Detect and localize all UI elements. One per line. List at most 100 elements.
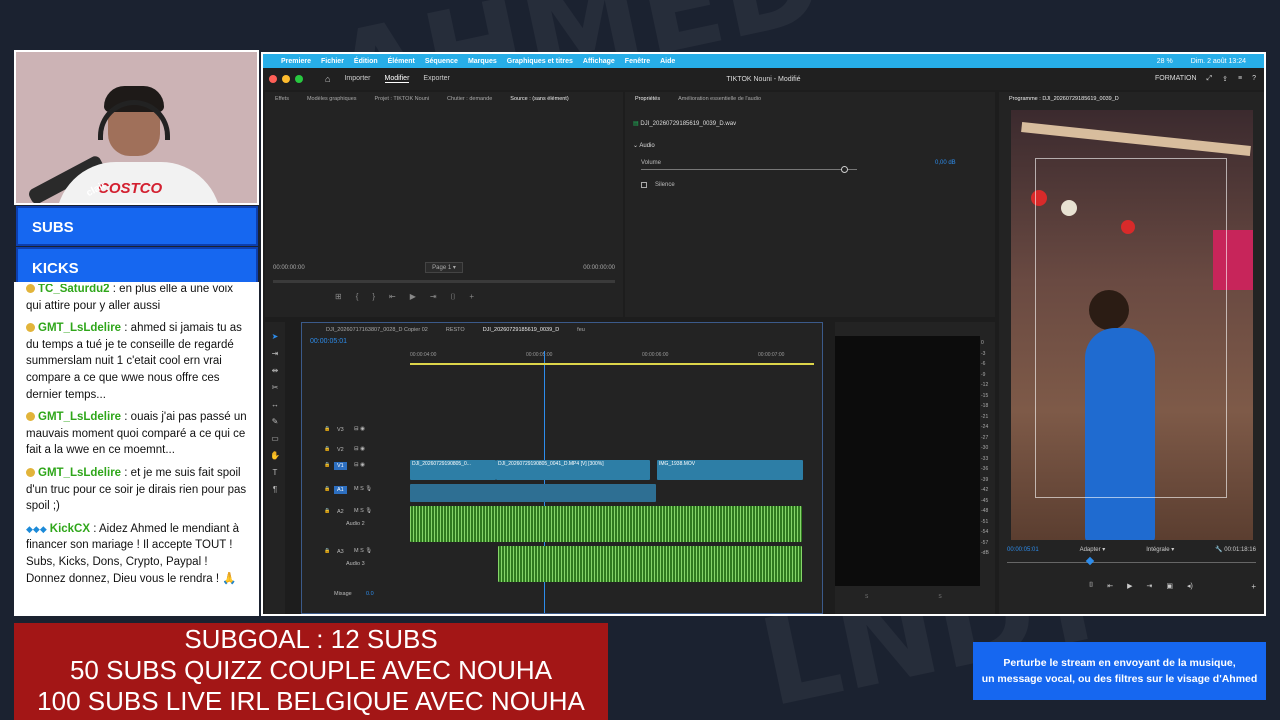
mix-value[interactable]: 0.0 (366, 591, 374, 597)
sequence-tab[interactable]: DJI_20260729185619_0039_D (483, 327, 559, 333)
camera-icon[interactable]: ⌷ (451, 292, 456, 302)
audio-waveform-clip[interactable] (498, 546, 802, 582)
track-label[interactable]: A1 (334, 486, 347, 494)
menu-item[interactable]: Affichage (583, 58, 615, 65)
step-forward-icon[interactable]: ⇥ (430, 292, 437, 302)
sequence-tab[interactable]: feu (577, 327, 585, 333)
hand-icon[interactable]: ✋ (270, 451, 280, 460)
menu-item[interactable]: Fichier (321, 58, 344, 65)
tab-export[interactable]: Exporter (423, 75, 449, 83)
mark-in-icon[interactable]: { (356, 292, 359, 302)
chat-username[interactable]: GMT_LsLdelire (38, 467, 121, 479)
lock-icon[interactable]: 🔒 (324, 486, 330, 492)
step-forward-icon[interactable]: ⇥ (1146, 582, 1152, 590)
lock-icon[interactable]: 🔒 (324, 508, 330, 514)
sequence-tab[interactable]: DJI_20260717163807_0028_D Copier 02 (326, 327, 428, 333)
close-window-button[interactable] (269, 75, 277, 83)
playhead-marker[interactable] (1085, 556, 1095, 566)
mark-out-icon[interactable]: } (372, 292, 375, 302)
audio-section[interactable]: ⌄ Audio (633, 142, 655, 149)
tab-import[interactable]: Importer (344, 75, 370, 83)
mute-solo-icons[interactable]: M S 🎙 (354, 548, 372, 554)
audio-clip[interactable] (410, 484, 656, 502)
wrench-icon[interactable]: 🔧 (1215, 547, 1222, 553)
track-label[interactable]: A3 (334, 548, 347, 556)
sequence-tab[interactable]: RESTO (446, 327, 465, 333)
menu-item[interactable]: Aide (660, 58, 675, 65)
source-tab[interactable]: Effets (275, 96, 289, 102)
chat-username[interactable]: KickCX (50, 523, 90, 535)
step-back-icon[interactable]: ⇤ (1107, 582, 1113, 590)
video-clip[interactable]: DJI_20260729190805_0041_D.MP4 [V] [300%] (496, 460, 650, 480)
track-select-icon[interactable]: ⇥ (272, 349, 279, 358)
insert-icon[interactable]: ⊞ (335, 292, 342, 302)
silence-checkbox[interactable] (641, 182, 647, 188)
menu-item[interactable]: Graphiques et titres (507, 58, 573, 65)
source-tab[interactable]: Chutier : demande (447, 96, 492, 102)
tab-properties[interactable]: Propriétés (635, 96, 660, 102)
menu-item[interactable]: Édition (354, 58, 378, 65)
selection-tool-icon[interactable]: ➤ (272, 332, 279, 341)
source-tab[interactable]: Source : (sans élément) (510, 96, 568, 102)
safe-margin-toggle-icon[interactable]: ▣ (1166, 582, 1173, 590)
page-select[interactable]: Page 1 ▾ (425, 262, 463, 273)
track-label[interactable]: V3 (334, 426, 347, 434)
home-icon[interactable]: ⌂ (325, 74, 330, 84)
camera-icon[interactable]: ⌷ (1089, 582, 1093, 590)
solo-right-button[interactable]: S (938, 594, 941, 600)
solo-left-button[interactable]: S (865, 594, 868, 600)
video-clip[interactable]: IMG_1938.MOV (657, 460, 803, 480)
caption-icon[interactable]: ¶ (273, 485, 277, 494)
timeline-timecode[interactable]: 00:00:05:01 (310, 338, 347, 345)
source-tab[interactable]: Projet : TIKTOK Nouni (375, 96, 430, 102)
add-icon[interactable]: + (469, 292, 474, 302)
chat-username[interactable]: GMT_LsLdelire (38, 411, 121, 423)
mute-solo-icons[interactable]: M S 🎙 (354, 508, 372, 514)
menu-item[interactable]: Marques (468, 58, 497, 65)
menu-item[interactable]: Élément (388, 58, 415, 65)
track-toggle-icons[interactable]: ⊟ ◉ (354, 446, 365, 452)
add-button-icon[interactable]: + (1251, 582, 1256, 591)
lock-icon[interactable]: 🔒 (324, 548, 330, 554)
menu-item[interactable]: Premiere (281, 58, 311, 65)
track-header[interactable]: V3 ⊟ ◉ 🔒 (302, 423, 822, 441)
track-label[interactable]: A2 (334, 508, 347, 516)
video-clip[interactable]: DJI_20260729190805_0... (410, 460, 496, 480)
maximize-window-button[interactable] (295, 75, 303, 83)
menu-item[interactable]: Fenêtre (625, 58, 650, 65)
help-icon[interactable]: ? (1252, 75, 1256, 83)
program-timecode[interactable]: 00:00:05:01 (1007, 547, 1039, 553)
source-tab[interactable]: Modèles graphiques (307, 96, 357, 102)
track-toggle-icons[interactable]: ⊟ ◉ (354, 462, 365, 468)
play-icon[interactable]: ▶ (1127, 582, 1132, 590)
track-label[interactable]: V2 (334, 446, 347, 454)
mute-solo-icons[interactable]: M S 🎙 (354, 486, 372, 492)
volume-value[interactable]: 0,00 dB (935, 160, 956, 166)
fit-select[interactable]: Adapter ▾ (1080, 546, 1106, 553)
program-scrubber[interactable] (1007, 562, 1256, 563)
ripple-edit-icon[interactable]: ⇹ (272, 366, 279, 375)
track-toggle-icons[interactable]: ⊟ ◉ (354, 426, 365, 432)
share-icon[interactable]: ⇪ (1222, 75, 1228, 83)
volume-slider-handle[interactable] (841, 166, 848, 173)
type-icon[interactable]: T (273, 468, 278, 477)
fullscreen-icon[interactable]: ⤢ (1207, 75, 1213, 83)
speaker-icon[interactable]: ◂) (1187, 582, 1193, 590)
minimize-window-button[interactable] (282, 75, 290, 83)
quality-select[interactable]: Intégrale ▾ (1146, 546, 1174, 553)
rectangle-icon[interactable]: ▭ (271, 434, 279, 443)
lock-icon[interactable]: 🔒 (324, 426, 330, 432)
slip-icon[interactable]: ↔ (271, 400, 279, 409)
menu-item[interactable]: Séquence (425, 58, 458, 65)
pen-icon[interactable]: ✎ (272, 417, 279, 426)
work-area-bar[interactable] (410, 363, 814, 365)
workspace-label[interactable]: FORMATION (1155, 75, 1196, 83)
play-icon[interactable]: ▶ (410, 292, 416, 302)
source-scrubber[interactable] (273, 280, 615, 283)
menu-icon[interactable]: ≡ (1238, 75, 1242, 83)
step-back-icon[interactable]: ⇤ (389, 292, 396, 302)
chat-username[interactable]: TC_Saturdu2 (38, 284, 110, 295)
chat-username[interactable]: GMT_LsLdelire (38, 322, 121, 334)
lock-icon[interactable]: 🔒 (324, 462, 330, 468)
lock-icon[interactable]: 🔒 (324, 446, 330, 452)
